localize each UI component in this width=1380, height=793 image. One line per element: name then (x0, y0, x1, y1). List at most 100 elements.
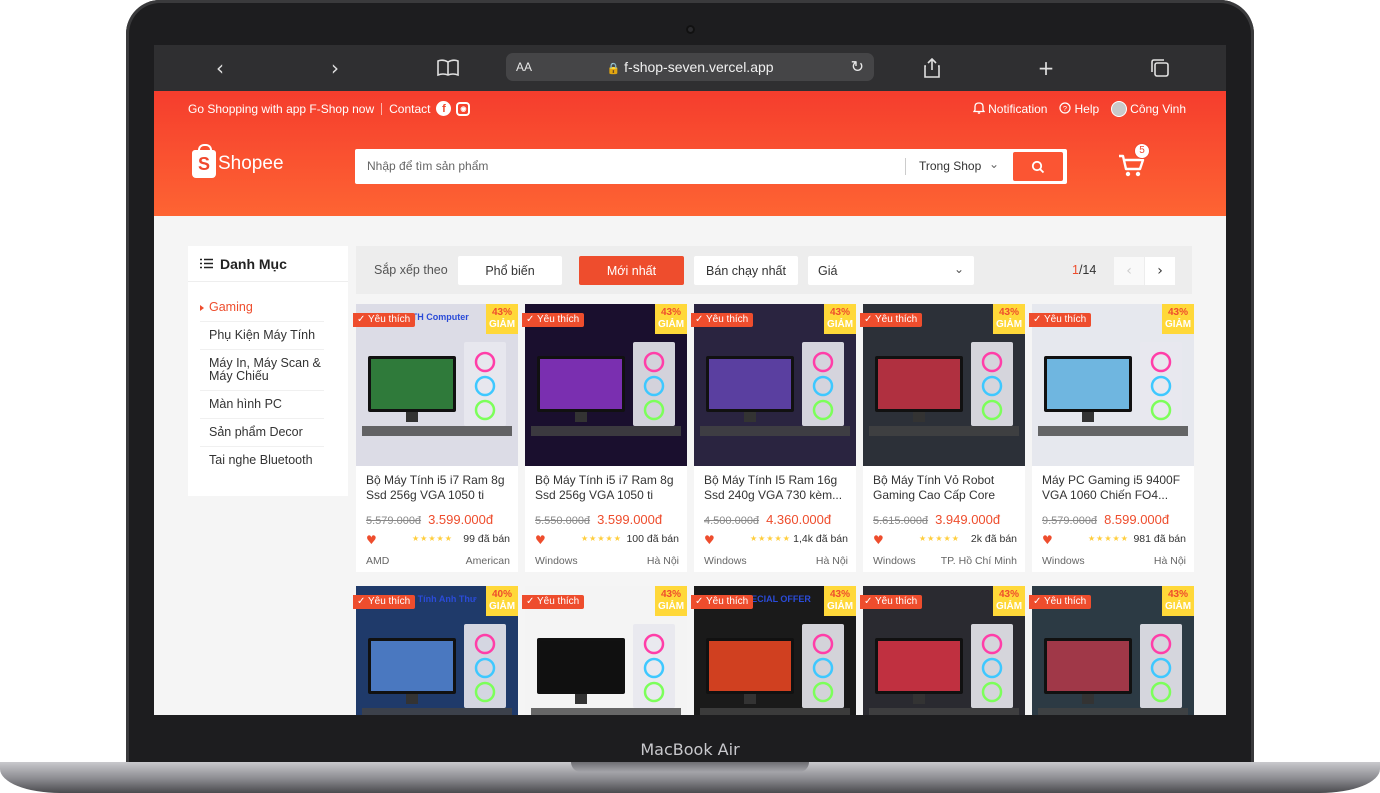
product-card[interactable]: ✓ Yêu thích 43% GIẢM Máy PC Gaming i5 9400F… (1029, 304, 1194, 572)
discount-badge: 43% GIẢM (824, 304, 856, 334)
category-item-headphones[interactable]: Tai nghe Bluetooth (200, 447, 324, 474)
search-input[interactable] (367, 156, 887, 176)
laptop-base-notch (571, 762, 809, 772)
discount-value: 43% (998, 589, 1019, 600)
share-icon[interactable] (919, 56, 945, 80)
favorite-badge: ✓ Yêu thích (1029, 313, 1092, 327)
category-item-gaming[interactable]: Gaming (200, 294, 324, 322)
sort-bar: Sắp xếp theo Phổ biến Mới nhất Bán chạy … (356, 246, 1192, 294)
next-page-button[interactable]: › (1145, 257, 1175, 285)
camera-icon (686, 25, 695, 34)
sold-count: 2k đã bán (970, 533, 1017, 545)
discount-word: GIẢM (995, 601, 1023, 612)
address-bar[interactable]: AA 🔒 f-shop-seven.vercel.app ↻ (506, 53, 874, 81)
new-price: 3.599.000đ (597, 512, 663, 527)
prev-page-button[interactable]: ‹ (1114, 257, 1144, 285)
shopee-logo[interactable]: S Shopee (192, 144, 284, 178)
product-card[interactable]: ✓ Yêu thích 43% GIẢM Bộ Máy Tính i5 i7 Ram … (522, 304, 687, 572)
discount-word: GIẢM (1164, 319, 1192, 330)
sold-count: 100 đã bán (626, 533, 679, 545)
tabs-overview-icon[interactable] (1147, 56, 1173, 80)
product-card[interactable]: Máy Tính Anh Thư ✓ Yêu thích 40% GIẢM (353, 586, 518, 715)
new-price: 3.949.000đ (935, 512, 1001, 527)
favorite-badge: ✓ Yêu thích (860, 313, 923, 327)
favorite-badge: ✓ Yêu thích (691, 595, 754, 609)
sort-newest-button[interactable]: Mới nhất (579, 256, 684, 285)
discount-badge: 40% GIẢM (486, 586, 518, 616)
product-name[interactable]: Bộ Máy Tính I5 Ram 16g Ssd 240g VGA 730 … (704, 473, 848, 503)
discount-value: 43% (660, 307, 681, 318)
product-card[interactable]: ✓ Yêu thích 43% GIẢM (860, 586, 1025, 715)
user-menu[interactable]: Công Vinh (1111, 101, 1186, 117)
discount-badge: 43% GIẢM (1162, 304, 1194, 334)
reload-icon[interactable]: ↻ (851, 57, 864, 76)
topnav-left: Go Shopping with app F-Shop now Contact … (188, 101, 471, 116)
lock-icon: 🔒 (606, 63, 621, 75)
facebook-icon[interactable]: f (436, 101, 452, 116)
heart-icon[interactable]: ♥ (704, 533, 715, 547)
back-icon[interactable]: ‹ (207, 56, 233, 80)
chevron-down-icon[interactable]: ⌄ (989, 157, 999, 171)
product-name[interactable]: Bộ Máy Tính Vỏ Robot Gaming Cao Cấp Core… (873, 473, 1017, 503)
product-meta: ♥ ★★★★★ 99 đã bán (366, 533, 510, 547)
heart-icon[interactable]: ♥ (366, 533, 377, 547)
page-current: 1 (1072, 263, 1079, 277)
instagram-icon[interactable]: ◉ (456, 101, 471, 116)
logo-wordmark: Shopee (218, 153, 284, 174)
product-card[interactable]: ✓ Yêu thích 43% GIẢM Bộ Máy Tính Vỏ Robot G… (860, 304, 1025, 572)
bookmarks-icon[interactable] (435, 56, 461, 80)
category-title: Danh Mục (220, 255, 287, 272)
user-name: Công Vinh (1130, 102, 1186, 116)
old-price: 5.550.000đ (535, 515, 591, 527)
product-name[interactable]: Bộ Máy Tính i5 i7 Ram 8g Ssd 256g VGA 10… (535, 473, 679, 503)
product-name[interactable]: Bộ Máy Tính i5 i7 Ram 8g Ssd 256g VGA 10… (366, 473, 510, 503)
product-card[interactable]: SPECIAL OFFER ✓ Yêu thích 43% GIẢM (691, 586, 856, 715)
heart-icon[interactable]: ♥ (873, 533, 884, 547)
sort-price-select[interactable]: Giá ⌄ (808, 256, 974, 285)
favorite-badge: ✓ Yêu thích (1029, 595, 1092, 609)
cart-count-badge: 5 (1134, 143, 1150, 159)
discount-value: 43% (1167, 307, 1188, 318)
app-promo-link[interactable]: Go Shopping with app F-Shop now (188, 102, 374, 116)
product-meta: ♥ ★★★★★ 2k đã bán (873, 533, 1017, 547)
product-card[interactable]: ✓ Yêu thích 43% GIẢM Bộ Máy Tính I5 Ram 16g… (691, 304, 856, 572)
price-row: 4.500.000đ 4.360.000đ (704, 512, 831, 527)
price-row: 5.550.000đ 3.599.000đ (535, 512, 662, 527)
device-label: MacBook Air (640, 740, 740, 759)
sort-popular-button[interactable]: Phổ biến (458, 256, 562, 285)
product-card[interactable]: NTH Computer ✓ Yêu thích 43% GIẢM Bộ Máy Tín… (353, 304, 518, 572)
search-button[interactable] (1013, 152, 1063, 181)
product-foot: Windows Hà Nội (1042, 555, 1186, 567)
favorite-badge: ✓ Yêu thích (522, 313, 585, 327)
search-icon (1031, 160, 1045, 173)
rating-stars: ★★★★★ (750, 534, 791, 543)
url-text: f-shop-seven.vercel.app (624, 59, 774, 75)
sold-count: 1,4k đã bán (793, 533, 848, 545)
page-indicator: 1/14 (1072, 263, 1096, 277)
help-icon: ? (1059, 101, 1072, 117)
product-card[interactable]: ✓ Yêu thích 43% GIẢM (1029, 586, 1194, 715)
brand: AMD (366, 555, 390, 567)
category-item-printers[interactable]: Máy In, Máy Scan & Máy Chiếu (200, 350, 324, 391)
search-scope-select[interactable]: Trong Shop (919, 159, 981, 173)
product-card[interactable]: ✓ Yêu thích 43% GIẢM (522, 586, 687, 715)
location: Hà Nội (1153, 555, 1186, 567)
category-item-accessories[interactable]: Phụ Kiện Máy Tính (200, 322, 324, 350)
sort-bestseller-button[interactable]: Bán chạy nhất (694, 256, 798, 285)
location: Hà Nội (815, 555, 848, 567)
discount-word: GIẢM (995, 319, 1023, 330)
category-item-decor[interactable]: Sản phẩm Decor (200, 419, 324, 447)
heart-icon[interactable]: ♥ (1042, 533, 1053, 547)
help-link[interactable]: ? Help (1059, 101, 1099, 117)
product-name[interactable]: Máy PC Gaming i5 9400F VGA 1060 Chiến FO… (1042, 473, 1186, 503)
category-item-monitors[interactable]: Màn hình PC (200, 391, 324, 419)
favorite-badge: ✓ Yêu thích (522, 595, 585, 609)
new-tab-icon[interactable]: + (1033, 56, 1059, 80)
discount-badge: 43% GIẢM (655, 586, 687, 616)
bell-icon (972, 101, 986, 117)
notification-link[interactable]: Notification (972, 101, 1048, 117)
divider (905, 158, 906, 175)
notification-label: Notification (988, 102, 1048, 116)
heart-icon[interactable]: ♥ (535, 533, 546, 547)
forward-icon[interactable]: › (322, 56, 348, 80)
